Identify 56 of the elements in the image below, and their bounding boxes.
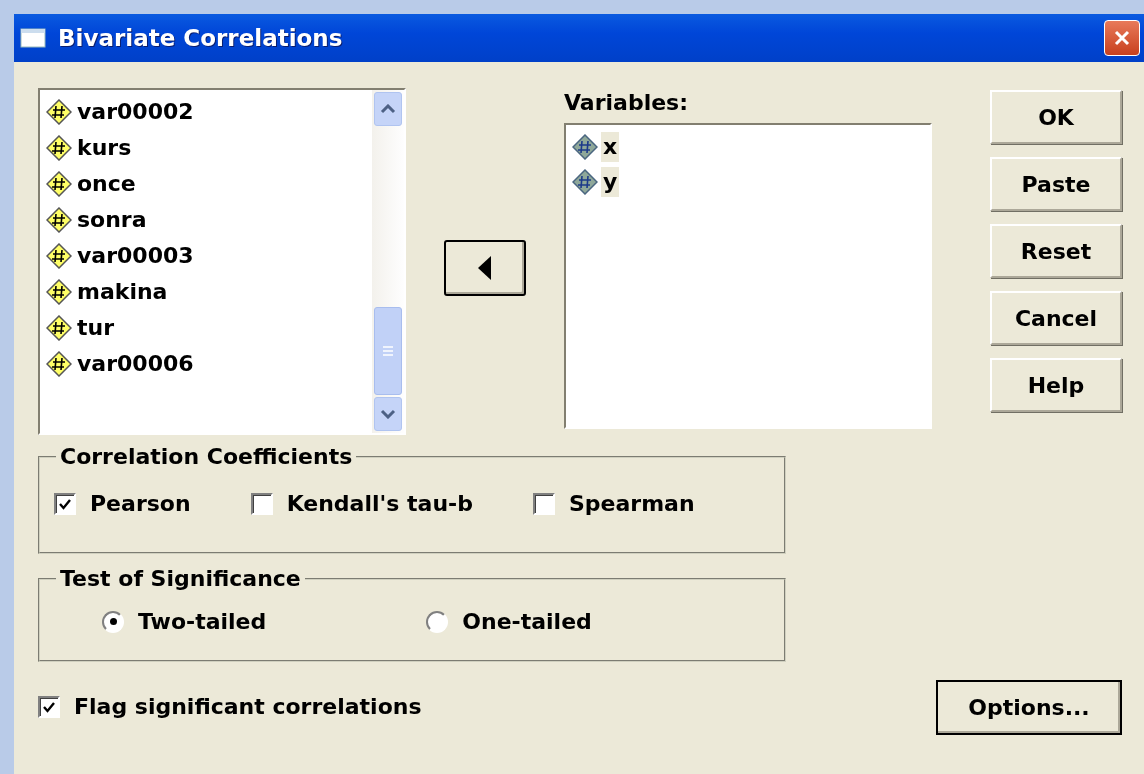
scale-variable-icon xyxy=(46,351,72,377)
grip-icon xyxy=(382,346,394,356)
checkbox-label: Spearman xyxy=(568,491,695,516)
dialog-button[interactable]: OK xyxy=(990,90,1122,144)
window-icon xyxy=(20,28,46,48)
scroll-thumb[interactable] xyxy=(374,307,402,395)
variable-list-item[interactable]: tur xyxy=(75,313,117,343)
scale-variable-icon xyxy=(46,315,72,341)
options-button[interactable]: Options... xyxy=(936,680,1122,735)
scale-variable-icon xyxy=(46,207,72,233)
variable-list-item[interactable]: makina xyxy=(75,277,170,307)
close-button[interactable] xyxy=(1104,20,1140,56)
scale-variable-icon xyxy=(46,171,72,197)
checkbox[interactable] xyxy=(38,695,60,718)
radio-button[interactable] xyxy=(426,610,449,633)
dialog-button[interactable]: Reset xyxy=(990,224,1122,278)
checkbox-label: Kendall's tau-b xyxy=(286,491,473,516)
variable-list-item[interactable]: kurs xyxy=(75,133,134,163)
scale-variable-icon xyxy=(572,168,598,195)
dialog-button[interactable]: Paste xyxy=(990,157,1122,211)
close-icon xyxy=(1113,29,1131,47)
variable-list-item[interactable]: x xyxy=(601,131,620,162)
chevron-down-icon xyxy=(380,409,396,419)
checkbox[interactable] xyxy=(54,492,76,515)
dialog-button[interactable]: Help xyxy=(990,358,1122,412)
variable-list-item[interactable]: var00003 xyxy=(75,241,196,271)
variables-label: Variables: xyxy=(564,90,689,116)
scrollbar[interactable] xyxy=(372,90,404,433)
checkbox-label: Pearson xyxy=(90,491,191,516)
scroll-up-button[interactable] xyxy=(374,92,402,126)
move-button[interactable] xyxy=(444,240,526,296)
scale-variable-icon xyxy=(46,243,72,269)
scroll-down-button[interactable] xyxy=(374,397,402,431)
left-triangle-icon xyxy=(477,255,493,281)
group-title: Correlation Coefficients xyxy=(59,444,354,469)
radio-button[interactable] xyxy=(102,610,124,633)
scale-variable-icon xyxy=(46,99,72,125)
checkbox[interactable] xyxy=(532,492,555,515)
radio-label: Two-tailed xyxy=(138,609,267,634)
radio-label: One-tailed xyxy=(462,609,592,634)
group-title: Test of Significance xyxy=(59,566,302,591)
variable-list-item[interactable]: var00006 xyxy=(75,349,196,379)
scale-variable-icon xyxy=(46,135,72,161)
variables-list[interactable]: x y xyxy=(564,123,932,429)
checkbox-label: Flag significant correlations xyxy=(74,694,422,719)
window-title: Bivariate Correlations xyxy=(58,25,344,51)
dialog-button[interactable]: Cancel xyxy=(990,291,1122,345)
variable-list-item[interactable]: sonra xyxy=(75,205,149,235)
chevron-up-icon xyxy=(380,104,396,114)
source-variable-list[interactable]: var00002 kurs once sonra var00003 makina tur var00006 xyxy=(38,88,406,435)
checkbox[interactable] xyxy=(250,492,273,515)
variable-list-item[interactable]: var00002 xyxy=(75,97,196,127)
scale-variable-icon xyxy=(572,133,598,160)
variable-list-item[interactable]: y xyxy=(601,166,620,197)
scale-variable-icon xyxy=(46,279,72,305)
variable-list-item[interactable]: once xyxy=(75,169,138,199)
